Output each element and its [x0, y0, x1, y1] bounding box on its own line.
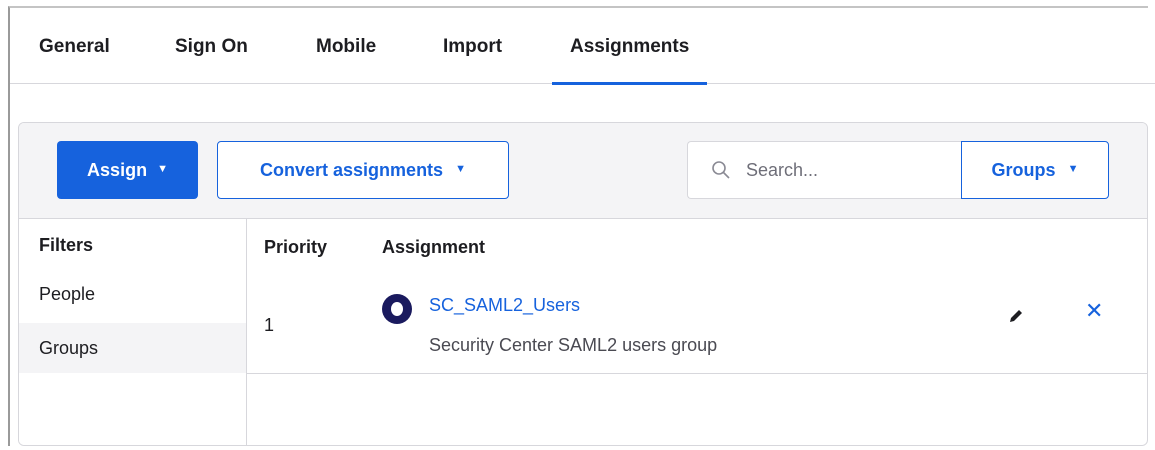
search-icon [712, 161, 730, 179]
table-row: 1 SC_SAML2_Users Security Center SAML2 u… [247, 277, 1147, 374]
filter-groups[interactable]: Groups [19, 323, 246, 373]
filter-groups-label: Groups [39, 337, 99, 358]
tab-assignments[interactable]: Assignments [551, 36, 708, 85]
assign-button-label: Assign [87, 159, 148, 180]
filters-title: Filters [39, 235, 94, 255]
group-icon [382, 294, 412, 324]
column-header-priority: Priority [264, 237, 328, 257]
convert-assignments-label: Convert assignments [260, 159, 444, 180]
search-box[interactable] [687, 141, 963, 199]
pencil-icon[interactable] [1005, 305, 1027, 327]
column-header-assignment: Assignment [382, 237, 486, 257]
assignments-toolbar: Assign ▼ Convert assignments ▼ Groups ▼ [19, 123, 1147, 219]
tab-sign-on[interactable]: Sign On [175, 36, 248, 58]
filter-people-label: People [39, 283, 96, 304]
groups-dropdown-button[interactable]: Groups ▼ [961, 141, 1109, 199]
tab-general[interactable]: General [39, 36, 110, 58]
groups-dropdown-label: Groups [991, 159, 1056, 180]
caret-down-icon: ▼ [455, 163, 466, 175]
search-input[interactable] [744, 158, 948, 182]
group-name-link[interactable]: SC_SAML2_Users [429, 295, 580, 316]
group-description: Security Center SAML2 users group [429, 335, 718, 355]
tab-bar: General Sign On Mobile Import Assignment… [10, 8, 1155, 85]
row-priority: 1 [264, 315, 275, 335]
filter-people[interactable]: People [19, 269, 246, 319]
tab-import[interactable]: Import [443, 36, 502, 58]
filters-sidebar: Filters People Groups [19, 219, 247, 445]
convert-assignments-button[interactable]: Convert assignments ▼ [217, 141, 509, 199]
assign-button[interactable]: Assign ▼ [57, 141, 198, 199]
assignments-panel: Assign ▼ Convert assignments ▼ Groups ▼ … [18, 122, 1148, 446]
tab-mobile[interactable]: Mobile [316, 36, 376, 58]
remove-icon[interactable]: ✕ [1085, 299, 1103, 324]
caret-down-icon: ▼ [157, 163, 168, 175]
caret-down-icon: ▼ [1067, 163, 1079, 175]
assignments-table: Priority Assignment 1 SC_SAML2_Users Sec… [247, 219, 1147, 445]
table-header: Priority Assignment [247, 219, 1147, 278]
